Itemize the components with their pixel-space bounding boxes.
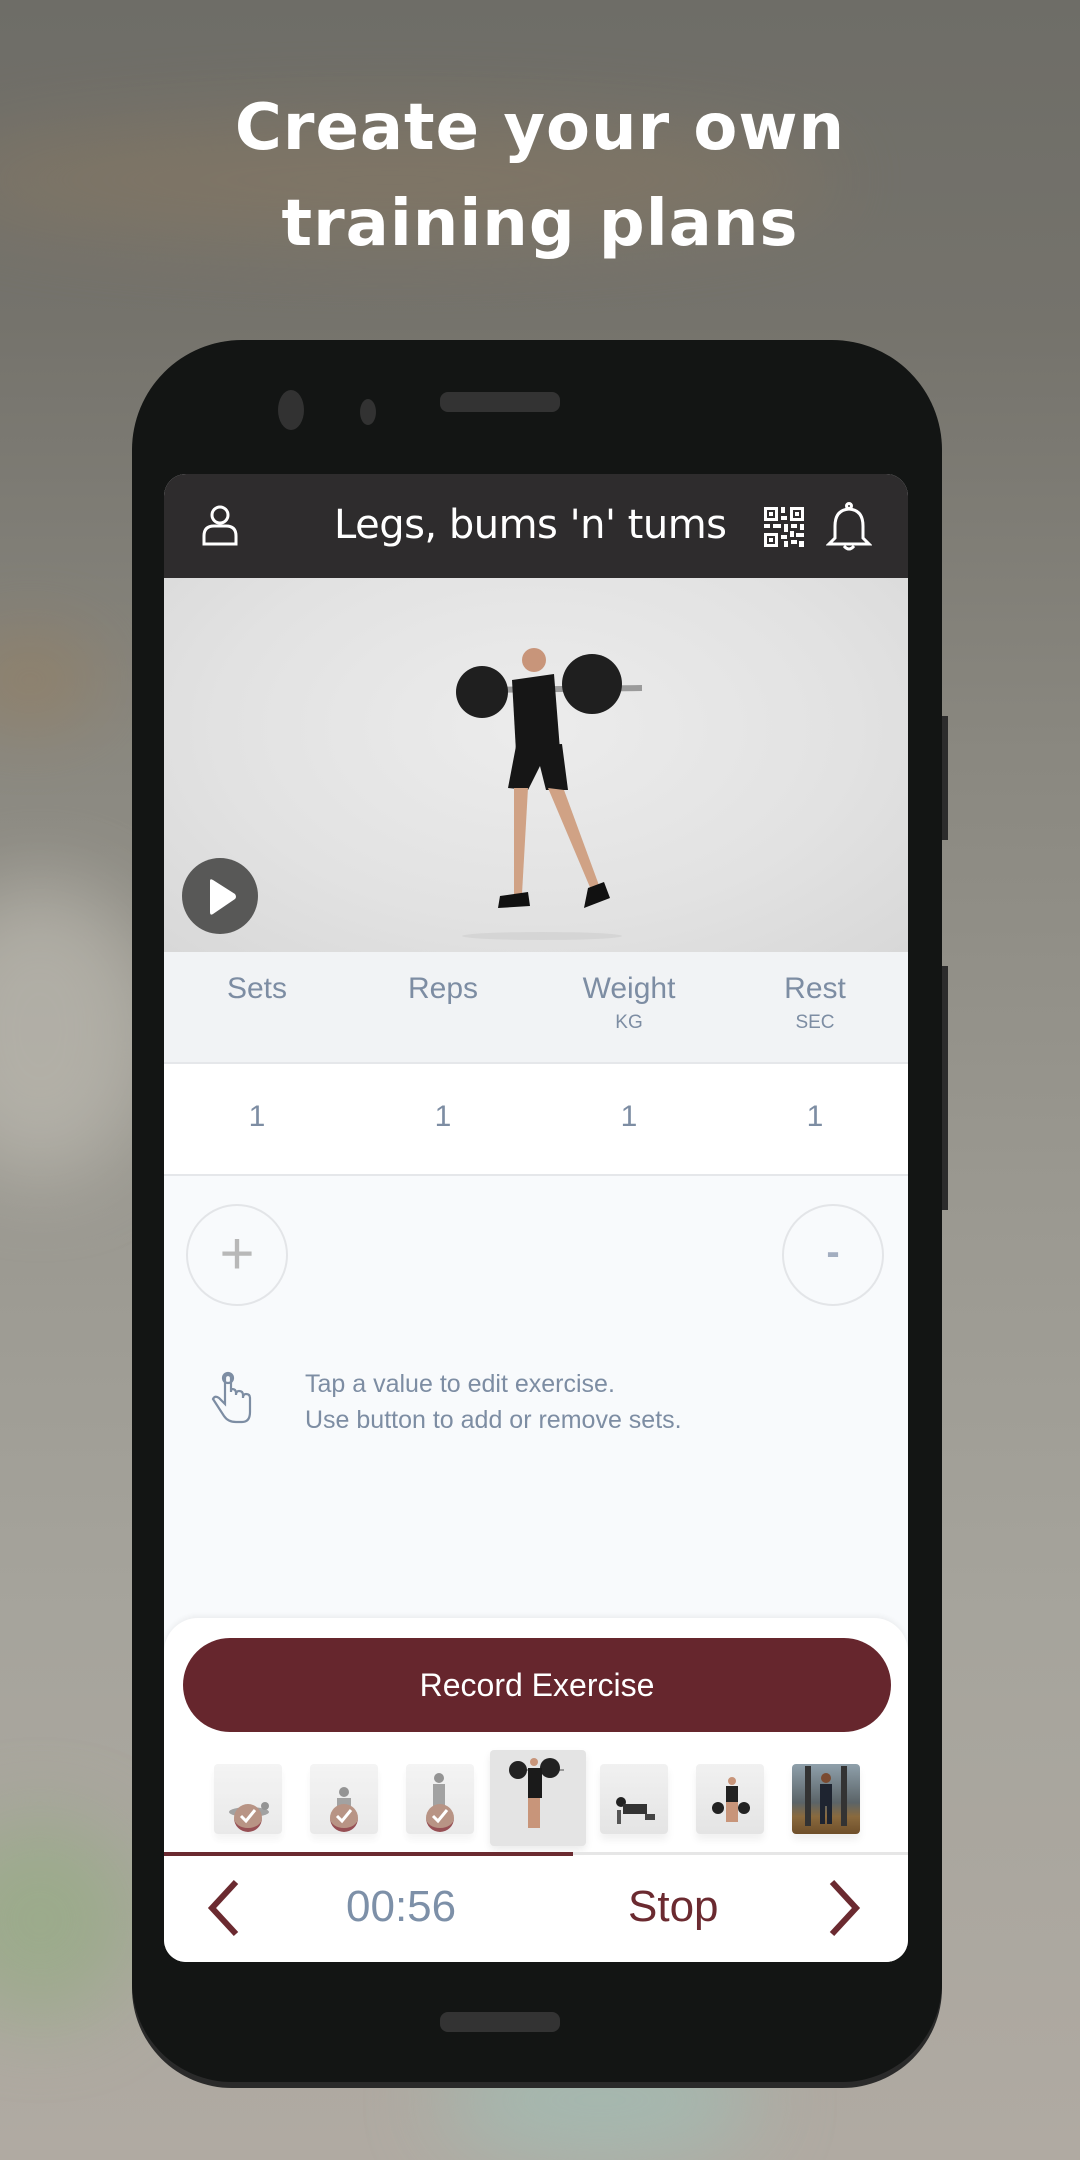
workout-progress-bar bbox=[164, 1852, 908, 1856]
column-unit: KG bbox=[615, 1012, 643, 1033]
stop-button[interactable]: Stop bbox=[628, 1882, 719, 1932]
bottom-speaker bbox=[440, 2012, 560, 2032]
exercise-thumbnail[interactable] bbox=[214, 1764, 282, 1834]
column-unit: SEC bbox=[795, 1012, 835, 1033]
checkmark-icon bbox=[239, 1809, 257, 1824]
promo-headline-line2: training plans bbox=[281, 187, 799, 261]
column-header-reps: Reps bbox=[350, 972, 536, 1012]
column-label: Reps bbox=[407, 972, 479, 1005]
sets-table-header: Sets Reps Weight KG Rest SEC bbox=[164, 952, 908, 1064]
exercise-figure bbox=[805, 1766, 847, 1826]
sets-value[interactable]: 1 bbox=[164, 1100, 350, 1134]
promo-headline-line1: Create your own bbox=[234, 91, 846, 165]
exercise-thumbnail-current[interactable] bbox=[490, 1750, 586, 1846]
exercise-thumbnail[interactable] bbox=[310, 1764, 378, 1834]
exercise-thumbnail[interactable] bbox=[600, 1764, 668, 1834]
workout-controls-panel: Record Exercise 00:56 Stop bbox=[164, 1618, 908, 1962]
checkmark-icon bbox=[431, 1809, 449, 1824]
exercise-figure bbox=[509, 1758, 564, 1828]
workout-timer: 00:56 bbox=[346, 1882, 457, 1931]
exercise-thumbnail[interactable] bbox=[792, 1764, 860, 1834]
page-title: Legs, bums 'n' tums bbox=[334, 502, 727, 548]
background-blur bbox=[0, 1820, 140, 2020]
exercise-video[interactable] bbox=[164, 578, 908, 952]
remove-set-button[interactable]: - bbox=[782, 1204, 884, 1306]
add-set-button[interactable]: + bbox=[186, 1204, 288, 1306]
column-header-sets: Sets bbox=[164, 972, 350, 1012]
earpiece-speaker bbox=[440, 392, 560, 412]
column-label: Rest bbox=[784, 972, 846, 1005]
completed-badge bbox=[234, 1804, 262, 1832]
tap-hand-icon bbox=[211, 1371, 252, 1424]
hint-text: Tap a value to edit exercise. Use button… bbox=[305, 1366, 682, 1438]
play-button[interactable] bbox=[182, 858, 258, 934]
record-exercise-button[interactable]: Record Exercise bbox=[183, 1638, 891, 1732]
bell-icon[interactable] bbox=[825, 502, 873, 554]
rest-value[interactable]: 1 bbox=[722, 1100, 908, 1134]
play-icon bbox=[210, 879, 236, 915]
column-header-rest: Rest SEC bbox=[722, 972, 908, 1034]
exercise-figure bbox=[712, 1777, 750, 1822]
user-icon[interactable] bbox=[200, 504, 240, 548]
column-label: Sets bbox=[226, 972, 288, 1005]
checkmark-icon bbox=[335, 1809, 353, 1824]
column-header-weight: Weight KG bbox=[536, 972, 722, 1034]
exercise-figure bbox=[616, 1797, 655, 1824]
workout-nav: 00:56 Stop bbox=[164, 1856, 908, 1962]
reps-value[interactable]: 1 bbox=[350, 1100, 536, 1134]
column-label: Weight bbox=[582, 972, 676, 1005]
phone-side-button bbox=[942, 716, 948, 840]
app-screen: Legs, bums 'n' tums Sets Reps Weight KG … bbox=[164, 474, 908, 1962]
promo-headline: Create your own training plans bbox=[0, 80, 1080, 272]
minus-icon: - bbox=[826, 1230, 840, 1274]
next-exercise-button[interactable] bbox=[824, 1878, 864, 1938]
exercise-thumbnail[interactable] bbox=[696, 1764, 764, 1834]
sensor bbox=[360, 399, 376, 425]
background-blur bbox=[0, 640, 100, 720]
exercise-preview-image bbox=[456, 648, 643, 940]
exercise-thumbnail[interactable] bbox=[406, 1764, 474, 1834]
plus-icon: + bbox=[219, 1220, 255, 1287]
completed-badge bbox=[426, 1804, 454, 1832]
exercise-carousel[interactable] bbox=[164, 1742, 908, 1852]
previous-exercise-button[interactable] bbox=[204, 1878, 244, 1938]
qr-code-icon[interactable] bbox=[764, 507, 804, 547]
phone-side-button bbox=[942, 966, 948, 1210]
completed-badge bbox=[330, 1804, 358, 1832]
hint-line-2: Use button to add or remove sets. bbox=[305, 1406, 682, 1434]
front-camera bbox=[278, 390, 304, 430]
hint-line-1: Tap a value to edit exercise. bbox=[305, 1370, 615, 1398]
weight-value[interactable]: 1 bbox=[536, 1100, 722, 1134]
table-row: 1 1 1 1 bbox=[164, 1064, 908, 1176]
app-header: Legs, bums 'n' tums bbox=[164, 474, 908, 578]
